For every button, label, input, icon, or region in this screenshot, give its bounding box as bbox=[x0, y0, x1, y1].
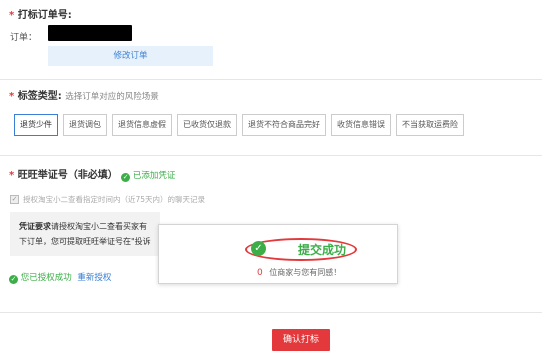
authorized-status-text: 您已授权成功 bbox=[20, 273, 72, 283]
tag-option-return-missing[interactable]: 退货少件 bbox=[14, 114, 58, 136]
evidence-section-title: * 旺旺举证号（非必填） ✓ 已添加凭证 bbox=[9, 166, 175, 182]
required-marker: * bbox=[9, 91, 15, 102]
tag-option-refund-only[interactable]: 已收货仅退款 bbox=[177, 114, 237, 136]
reauthorize-link[interactable]: 重新授权 bbox=[77, 273, 111, 283]
section-divider bbox=[0, 79, 542, 80]
modal-count: 0 bbox=[257, 268, 263, 278]
added-status: ✓ 已添加凭证 bbox=[121, 171, 176, 182]
authorize-checkbox[interactable]: ✓ bbox=[10, 195, 19, 204]
check-circle-icon: ✓ bbox=[121, 173, 131, 182]
tag-section-title-text: 标签类型: bbox=[17, 91, 62, 102]
success-modal: ✓ 提交成功 0 位商家与您有同感！ bbox=[158, 224, 398, 284]
section-divider bbox=[0, 312, 542, 313]
requirement-label: 凭证要求 bbox=[19, 222, 51, 231]
requirement-text-1: 请授权淘宝小二查看买家有 bbox=[51, 222, 147, 231]
authorize-checkbox-label: 授权淘宝小二查看指定时间内（近75天内）的聊天记录 bbox=[23, 195, 206, 204]
added-status-text: 已添加凭证 bbox=[132, 171, 176, 181]
required-marker: * bbox=[9, 170, 15, 181]
order-number-redacted bbox=[48, 25, 132, 41]
confirm-tag-button[interactable]: 确认打标 bbox=[272, 329, 330, 351]
check-circle-icon: ✓ bbox=[9, 275, 18, 284]
edit-order-button[interactable]: 修改订单 bbox=[48, 46, 213, 66]
tag-options: 退货少件 退货调包 退货信息虚假 已收货仅退款 退货不符合商品完好 收货信息错误… bbox=[14, 114, 464, 136]
success-check-icon: ✓ bbox=[251, 241, 266, 256]
order-label: 订单： bbox=[10, 33, 38, 43]
authorize-checkbox-row: ✓ 授权淘宝小二查看指定时间内（近75天内）的聊天记录 bbox=[10, 194, 205, 205]
tag-option-not-intact[interactable]: 退货不符合商品完好 bbox=[242, 114, 326, 136]
evidence-requirement-box: 凭证要求请授权淘宝小二查看买家有 下订单，您可提取旺旺举证号在"投诉 bbox=[10, 212, 160, 256]
section-divider bbox=[0, 155, 542, 156]
tag-option-return-swapped[interactable]: 退货调包 bbox=[63, 114, 107, 136]
required-marker: * bbox=[9, 10, 15, 21]
modal-title: 提交成功 bbox=[298, 243, 347, 257]
tag-option-false-return-info[interactable]: 退货信息虚假 bbox=[112, 114, 172, 136]
tag-section-subtitle: 选择订单对应的风险场景 bbox=[65, 92, 159, 102]
tag-section-title: * 标签类型: 选择订单对应的风险场景 bbox=[9, 87, 159, 102]
order-section-title-text: 打标订单号: bbox=[17, 10, 72, 21]
modal-message: 位商家与您有同感！ bbox=[269, 268, 342, 277]
requirement-line-1: 凭证要求请授权淘宝小二查看买家有 bbox=[19, 221, 147, 232]
authorized-status-row: ✓ 您已授权成功 重新授权 bbox=[9, 271, 111, 284]
requirement-line-2: 下订单，您可提取旺旺举证号在"投诉 bbox=[19, 237, 151, 246]
order-section-title: * 打标订单号: bbox=[9, 6, 72, 21]
tag-option-shipping-insurance[interactable]: 不当获取运费险 bbox=[396, 114, 464, 136]
modal-message-row: 0 位商家与您有同感！ bbox=[257, 267, 341, 278]
evidence-section-title-text: 旺旺举证号（非必填） bbox=[17, 170, 118, 181]
tag-option-wrong-address[interactable]: 收货信息错误 bbox=[331, 114, 391, 136]
